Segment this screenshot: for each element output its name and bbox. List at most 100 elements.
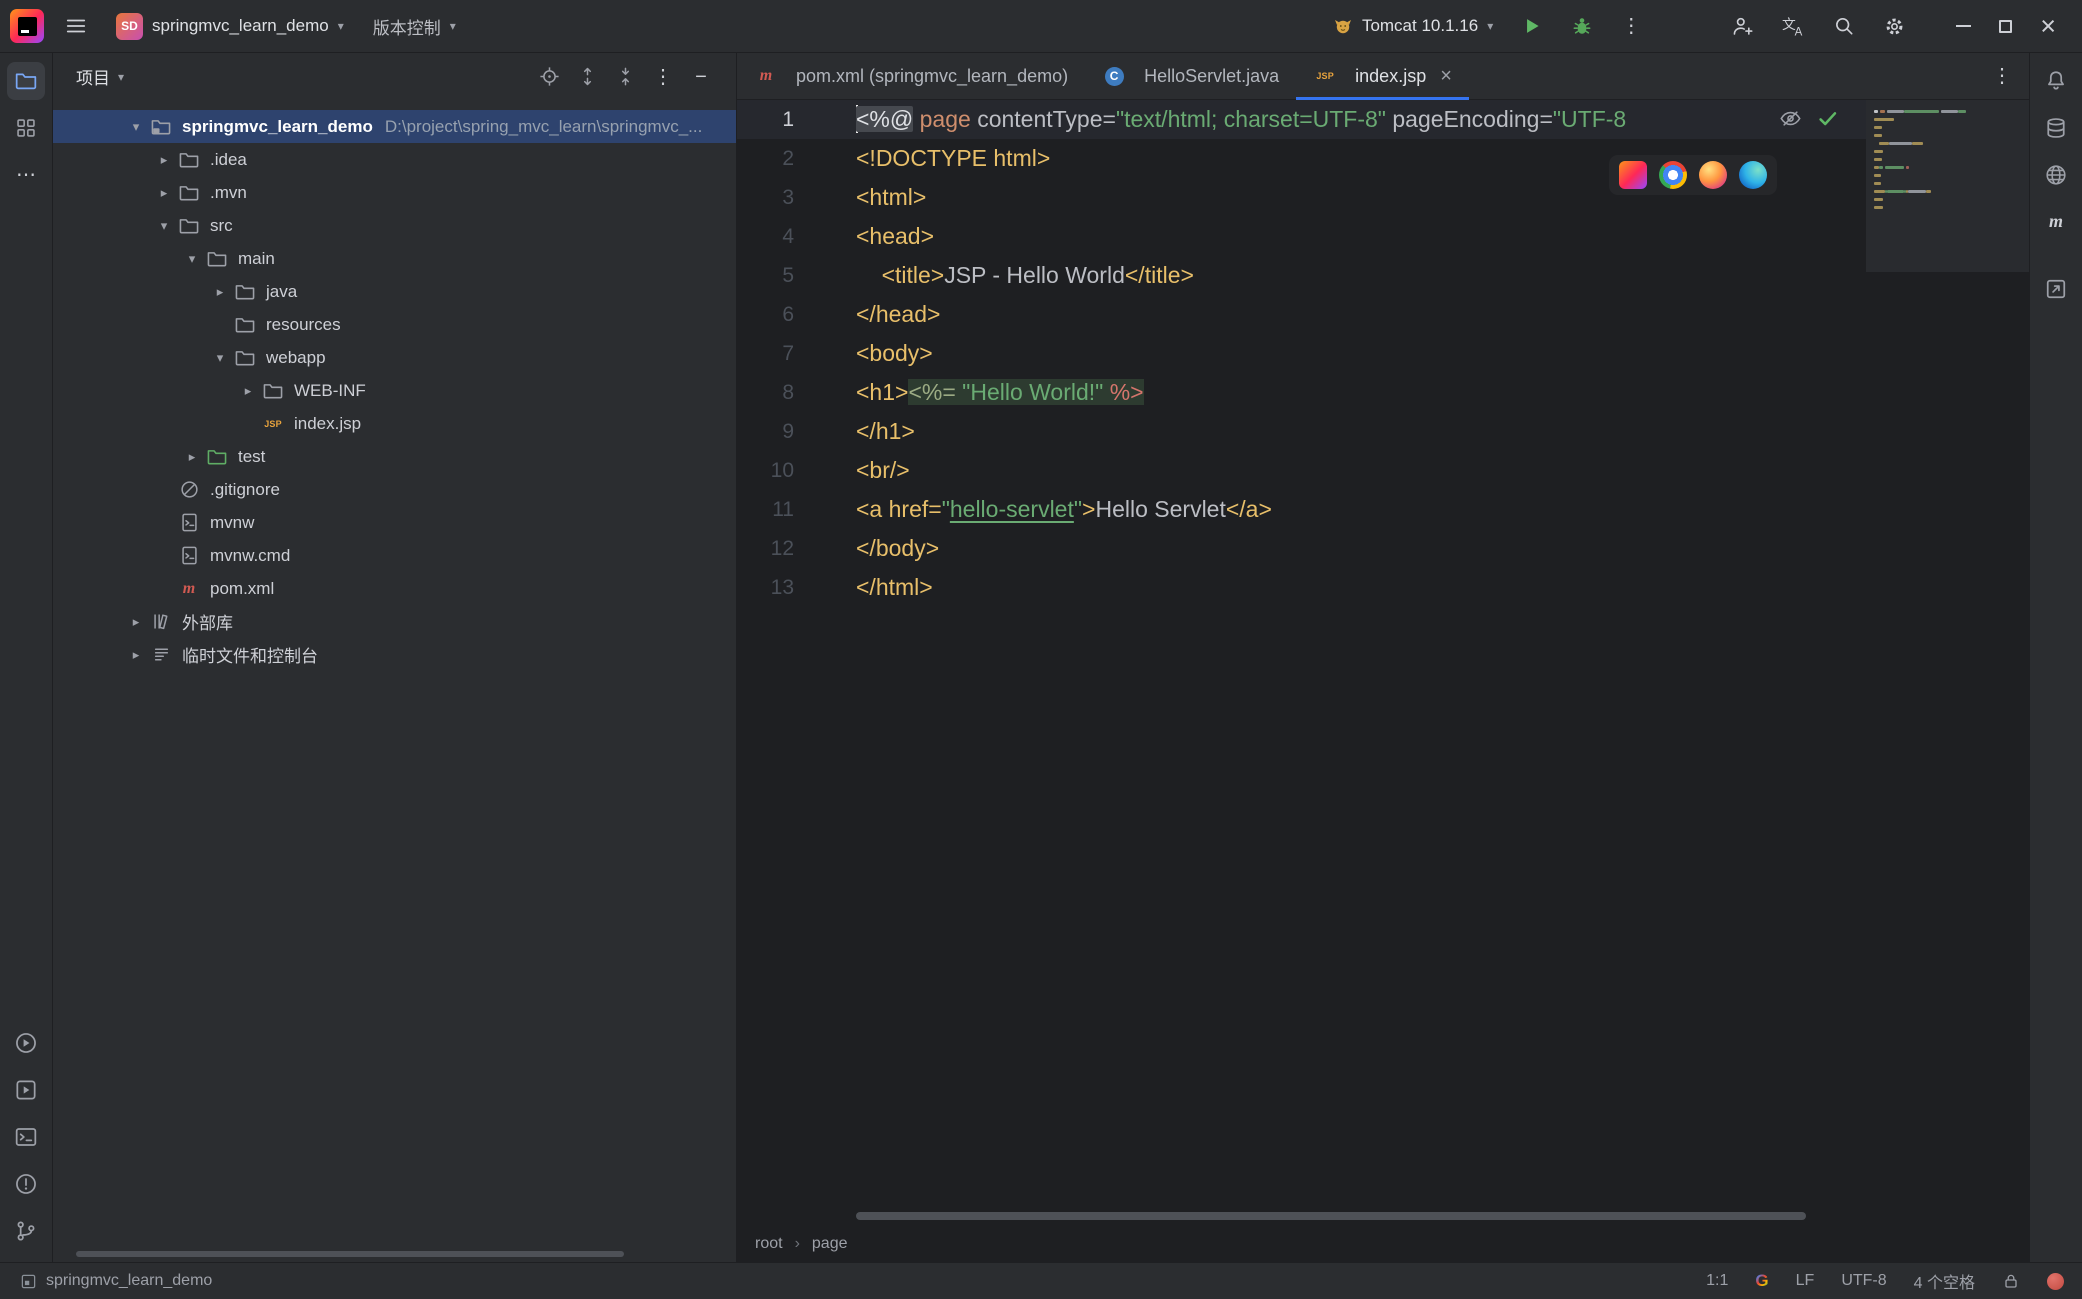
editor-tab-index-jsp[interactable]: JSPindex.jsp× — [1296, 53, 1469, 99]
code-editor[interactable]: 1<%@ page contentType="text/html; charse… — [737, 100, 2029, 1225]
maximize-button[interactable] — [1991, 7, 2020, 45]
breadcrumb-root[interactable]: root — [755, 1235, 783, 1253]
code-line-12[interactable]: 12</body> — [737, 529, 2029, 568]
tree-item-外部库[interactable]: ▸外部库 — [53, 605, 736, 638]
panel-options-button[interactable]: ⋮ — [648, 62, 678, 92]
artifacts-tool-button[interactable] — [2037, 270, 2075, 308]
translate-button[interactable]: 文A — [1774, 7, 1813, 45]
code-line-13[interactable]: 13</html> — [737, 568, 2029, 607]
tree-item-main[interactable]: ▾main — [53, 242, 736, 275]
chevron-down-icon[interactable]: ▾ — [207, 350, 233, 366]
tree-item-gitignore[interactable]: .gitignore — [53, 473, 736, 506]
tab-options-button[interactable]: ⋮ — [1987, 61, 2017, 91]
tree-item-webapp[interactable]: ▾webapp — [53, 341, 736, 374]
collapse-all-button[interactable] — [610, 62, 640, 92]
search-everywhere-button[interactable] — [1825, 7, 1863, 45]
google-translate-icon[interactable]: G — [1755, 1271, 1768, 1291]
indent-style[interactable]: 4 个空格 — [1914, 1269, 1975, 1293]
endpoints-tool-button[interactable] — [2037, 156, 2075, 194]
tree-item-test[interactable]: ▸test — [53, 440, 736, 473]
git-tool-button[interactable] — [7, 1212, 45, 1250]
chevron-down-icon[interactable]: ▾ — [123, 119, 149, 135]
tree-item-web-inf[interactable]: ▸WEB-INF — [53, 374, 736, 407]
debug-button[interactable] — [1563, 7, 1601, 45]
code-line-5[interactable]: 5 <title>JSP - Hello World</title> — [737, 256, 2029, 295]
code-line-4[interactable]: 4<head> — [737, 217, 2029, 256]
panel-title[interactable]: 项目 — [76, 64, 110, 89]
code-line-2[interactable]: 2<!DOCTYPE html> — [737, 139, 2029, 178]
run-tool-button[interactable] — [7, 1024, 45, 1062]
services-tool-button[interactable] — [7, 1071, 45, 1109]
fatal-error-icon[interactable] — [2047, 1273, 2064, 1290]
chevron-right-icon[interactable]: ▸ — [123, 614, 149, 630]
main-menu-button[interactable] — [57, 7, 95, 45]
line-separator[interactable]: LF — [1796, 1272, 1815, 1290]
run-button[interactable] — [1513, 7, 1551, 45]
terminal-tool-button[interactable] — [7, 1118, 45, 1156]
minimap[interactable] — [1866, 100, 2029, 272]
chevron-down-icon[interactable]: ▾ — [118, 71, 124, 83]
locate-file-button[interactable] — [534, 62, 564, 92]
project-widget[interactable]: SD springmvc_learn_demo ▾ — [108, 7, 352, 45]
run-config-widget[interactable]: Tomcat 10.1.16 ▾ — [1325, 7, 1501, 45]
editor-tab-helloservlet-java[interactable]: CHelloServlet.java — [1085, 53, 1296, 99]
highlighting-eye-icon[interactable] — [1779, 107, 1802, 130]
chevron-right-icon[interactable]: ▸ — [151, 152, 177, 168]
lock-icon[interactable] — [2002, 1272, 2020, 1290]
code-with-me-button[interactable] — [1723, 7, 1762, 45]
close-tab-icon[interactable]: × — [1440, 66, 1452, 86]
editor-scrollbar[interactable] — [856, 1212, 1806, 1220]
breadcrumb-page[interactable]: page — [812, 1235, 848, 1253]
tree-item-mvnw-cmd[interactable]: mvnw.cmd — [53, 539, 736, 572]
chevron-down-icon[interactable]: ▾ — [151, 218, 177, 234]
settings-button[interactable] — [1875, 7, 1914, 45]
status-project-name[interactable]: springmvc_learn_demo — [46, 1272, 212, 1290]
vcs-widget[interactable]: 版本控制 ▾ — [365, 7, 464, 45]
tree-item-mvnw[interactable]: mvnw — [53, 506, 736, 539]
expand-all-button[interactable] — [572, 62, 602, 92]
close-button[interactable]: × — [2032, 7, 2064, 45]
more-actions-button[interactable]: ⋮ — [1613, 7, 1649, 45]
chevron-down-icon[interactable]: ▾ — [179, 251, 205, 267]
editor-tab-pom-xml[interactable]: mpom.xml (springmvc_learn_demo) — [737, 53, 1085, 99]
chevron-right-icon[interactable]: ▸ — [123, 647, 149, 663]
edge-icon[interactable] — [1739, 161, 1767, 189]
minimize-button[interactable] — [1948, 7, 1979, 45]
tree-item-idea[interactable]: ▸.idea — [53, 143, 736, 176]
chevron-right-icon[interactable]: ▸ — [179, 449, 205, 465]
maven-tool-button[interactable]: m — [2037, 203, 2075, 241]
project-scrollbar[interactable] — [76, 1251, 624, 1257]
structure-tool-button[interactable] — [7, 109, 45, 147]
firefox-icon[interactable] — [1699, 161, 1727, 189]
tree-item-index-jsp[interactable]: JSPindex.jsp — [53, 407, 736, 440]
tree-item-label: index.jsp — [294, 414, 361, 434]
code-line-8[interactable]: 8<h1><%= "Hello World!" %> — [737, 373, 2029, 412]
chrome-icon[interactable] — [1659, 161, 1687, 189]
project-tool-button[interactable] — [7, 62, 45, 100]
tree-item-src[interactable]: ▾src — [53, 209, 736, 242]
idea-preview-icon[interactable] — [1619, 161, 1647, 189]
tree-item-pom-xml[interactable]: mpom.xml — [53, 572, 736, 605]
code-line-9[interactable]: 9</h1> — [737, 412, 2029, 451]
code-line-10[interactable]: 10<br/> — [737, 451, 2029, 490]
hide-panel-button[interactable]: − — [686, 62, 716, 92]
problems-tool-button[interactable] — [7, 1165, 45, 1203]
file-encoding[interactable]: UTF-8 — [1841, 1272, 1886, 1290]
chevron-right-icon[interactable]: ▸ — [151, 185, 177, 201]
code-line-6[interactable]: 6</head> — [737, 295, 2029, 334]
tree-item-mvn[interactable]: ▸.mvn — [53, 176, 736, 209]
tree-item-临时文件和控制台[interactable]: ▸临时文件和控制台 — [53, 638, 736, 671]
code-line-7[interactable]: 7<body> — [737, 334, 2029, 373]
more-tools-button[interactable]: ⋯ — [7, 156, 45, 194]
caret-position[interactable]: 1:1 — [1706, 1272, 1728, 1290]
database-tool-button[interactable] — [2037, 109, 2075, 147]
tree-item-java[interactable]: ▸java — [53, 275, 736, 308]
inspections-ok-icon[interactable] — [1816, 107, 1839, 130]
tree-item-resources[interactable]: resources — [53, 308, 736, 341]
chevron-right-icon[interactable]: ▸ — [207, 284, 233, 300]
notifications-button[interactable] — [2037, 62, 2075, 100]
chevron-right-icon[interactable]: ▸ — [235, 383, 261, 399]
code-line-3[interactable]: 3<html> — [737, 178, 2029, 217]
code-line-11[interactable]: 11<a href="hello-servlet">Hello Servlet<… — [737, 490, 2029, 529]
tree-item-springmvc-learn-demo[interactable]: ▾springmvc_learn_demoD:\project\spring_m… — [53, 110, 736, 143]
